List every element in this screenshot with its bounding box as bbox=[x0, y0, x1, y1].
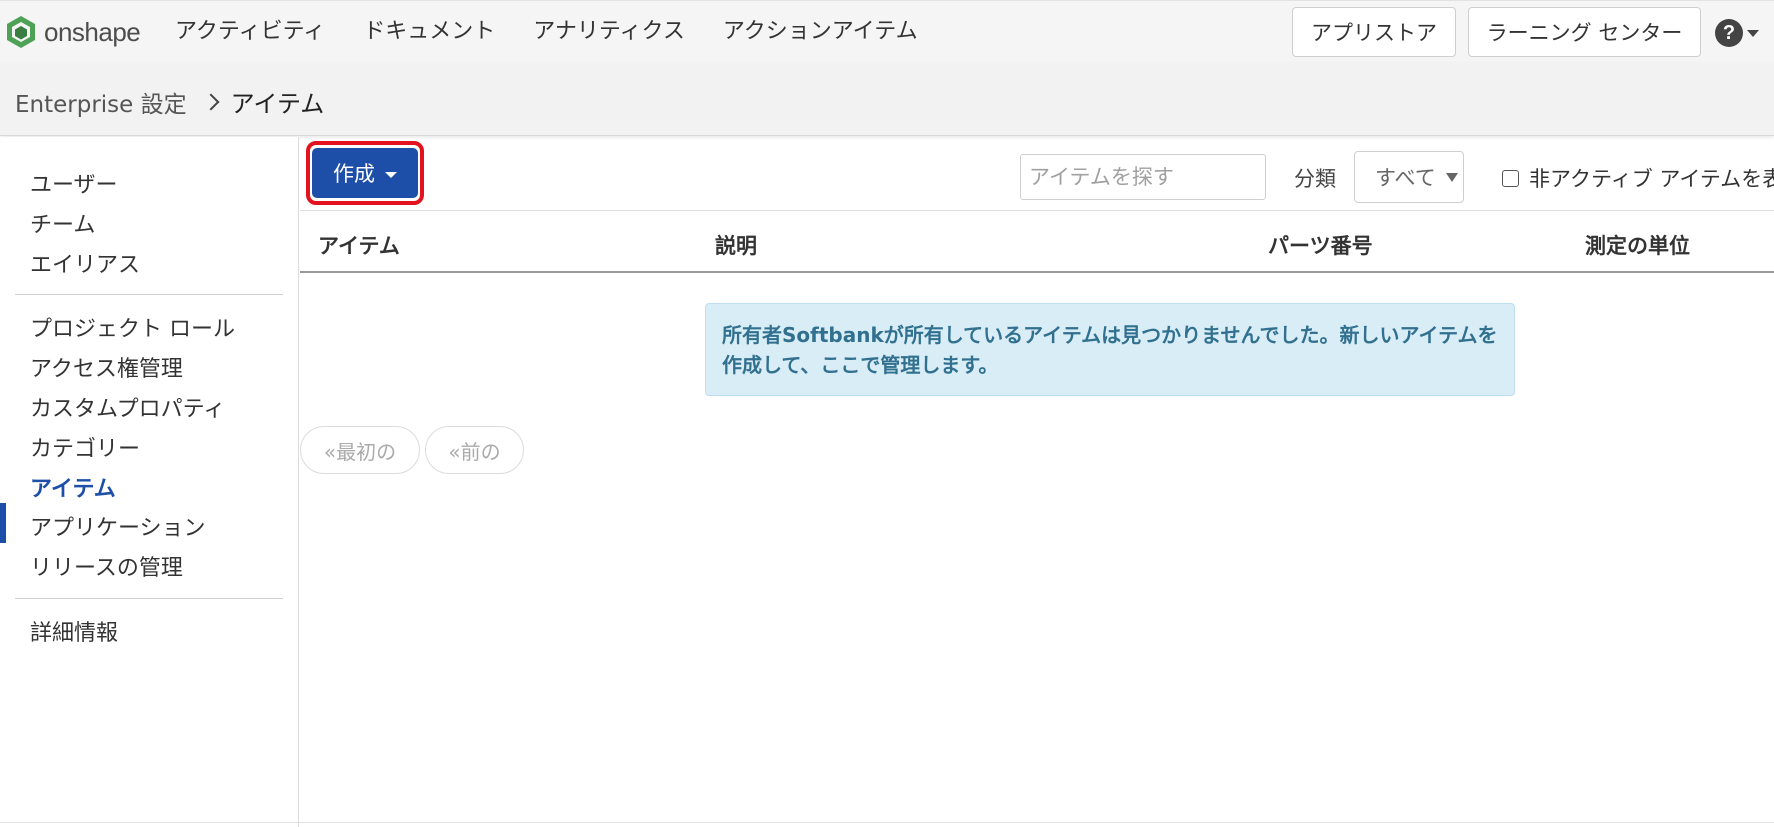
page-bottom-border bbox=[0, 822, 1774, 823]
sidebar-item-access-management[interactable]: アクセス権管理 bbox=[30, 351, 183, 383]
show-inactive-checkbox[interactable] bbox=[1502, 169, 1519, 187]
nav-activity[interactable]: アクティビティ bbox=[175, 15, 325, 49]
chevron-down-icon bbox=[385, 172, 397, 178]
sidebar-item-categories[interactable]: カテゴリー bbox=[30, 431, 140, 463]
onshape-logo-icon bbox=[7, 16, 35, 48]
learning-center-button[interactable]: ラーニング センター bbox=[1468, 7, 1701, 57]
pager-first-button[interactable]: «最初の bbox=[300, 426, 420, 474]
show-inactive-label: 非アクティブ アイテムを表 bbox=[1529, 167, 1774, 191]
empty-items-notice: 所有者Softbankが所有しているアイテムは見つかりませんでした。新しいアイテ… bbox=[705, 303, 1515, 396]
breadcrumb-bar: Enterprise 設定 アイテム bbox=[0, 62, 1774, 136]
chevron-right-icon bbox=[202, 93, 220, 110]
category-select[interactable]: すべて bbox=[1354, 151, 1464, 203]
breadcrumb-root[interactable]: Enterprise 設定 bbox=[15, 85, 187, 119]
sidebar-item-applications[interactable]: アプリケーション bbox=[30, 510, 206, 542]
pager-prev-button[interactable]: «前の bbox=[425, 426, 524, 474]
sidebar-divider bbox=[15, 598, 283, 599]
onshape-logo[interactable]: onshape bbox=[6, 15, 141, 49]
logo-text: onshape bbox=[44, 16, 141, 47]
column-header-item[interactable]: アイテム bbox=[318, 230, 400, 260]
nav-documents[interactable]: ドキュメント bbox=[363, 15, 495, 49]
category-label: 分類 bbox=[1294, 167, 1336, 191]
top-navbar: onshape アクティビティ ドキュメント アナリティクス アクションアイテム… bbox=[0, 0, 1774, 62]
create-button-label: 作成 bbox=[333, 163, 375, 186]
sidebar-item-project-roles[interactable]: プロジェクト ロール bbox=[30, 311, 235, 343]
breadcrumb: Enterprise 設定 アイテム bbox=[15, 84, 324, 119]
active-indicator bbox=[0, 503, 6, 543]
sidebar-item-aliases[interactable]: エイリアス bbox=[30, 247, 140, 279]
create-button[interactable]: 作成 bbox=[312, 148, 418, 198]
sidebar-divider bbox=[15, 294, 283, 295]
chevron-down-icon bbox=[1445, 172, 1458, 182]
sidebar-item-items[interactable]: アイテム bbox=[30, 471, 116, 503]
sidebar-item-details[interactable]: 詳細情報 bbox=[30, 615, 118, 647]
column-header-part-number[interactable]: パーツ番号 bbox=[1268, 230, 1373, 260]
breadcrumb-current: アイテム bbox=[230, 90, 325, 118]
main-nav: アクティビティ ドキュメント アナリティクス アクションアイテム bbox=[175, 15, 956, 49]
sidebar-item-users[interactable]: ユーザー bbox=[30, 167, 118, 199]
column-header-unit-of-measure[interactable]: 測定の単位 bbox=[1585, 230, 1690, 260]
help-menu[interactable]: ? bbox=[1715, 19, 1759, 47]
items-table-header: アイテム 説明 パーツ番号 測定の単位 bbox=[300, 210, 1774, 273]
help-icon: ? bbox=[1715, 19, 1743, 47]
chevron-down-icon bbox=[1747, 29, 1759, 37]
sidebar-item-teams[interactable]: チーム bbox=[30, 207, 95, 239]
sidebar-item-custom-properties[interactable]: カスタムプロパティ bbox=[30, 391, 225, 423]
category-select-value: すべて bbox=[1375, 166, 1436, 190]
nav-action-items[interactable]: アクションアイテム bbox=[723, 15, 918, 49]
nav-analytics[interactable]: アナリティクス bbox=[533, 15, 685, 49]
create-button-highlight: 作成 bbox=[306, 141, 424, 205]
item-search-input[interactable] bbox=[1020, 154, 1266, 200]
settings-sidebar: ユーザー チーム エイリアス プロジェクト ロール アクセス権管理 カスタムプロ… bbox=[0, 137, 299, 827]
show-inactive-toggle[interactable]: 非アクティブ アイテムを表 bbox=[1502, 163, 1774, 193]
app-store-button[interactable]: アプリストア bbox=[1292, 7, 1456, 57]
column-header-description[interactable]: 説明 bbox=[715, 230, 757, 260]
sidebar-item-release-management[interactable]: リリースの管理 bbox=[30, 550, 183, 582]
